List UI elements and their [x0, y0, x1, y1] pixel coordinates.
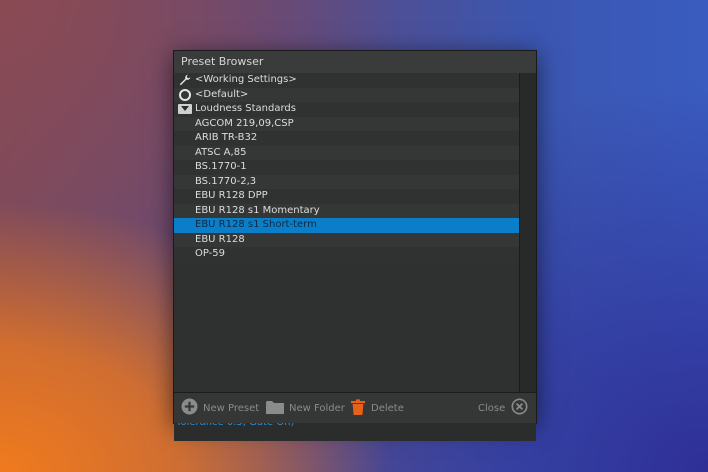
- close-button[interactable]: Close: [478, 393, 528, 423]
- preset-item-op-59[interactable]: OP-59: [174, 247, 519, 262]
- preset-item-label: BS.1770-2,3: [195, 175, 257, 187]
- preset-item-ebu-r128-short-term[interactable]: EBU R128 s1 Short-term: [174, 218, 519, 233]
- preset-item-label: EBU R128 s1 Momentary: [195, 204, 320, 216]
- tree-folder-loudness-standards[interactable]: Loudness Standards: [174, 102, 519, 117]
- preset-item-ebu-r128[interactable]: EBU R128: [174, 232, 519, 247]
- tree-item-label: <Default>: [195, 88, 249, 100]
- folder-icon: [266, 400, 284, 417]
- preset-item-label: EBU R128 DPP: [195, 190, 268, 201]
- wrench-icon: [178, 74, 191, 86]
- preset-item-atsc[interactable]: ATSC A,85: [174, 145, 519, 160]
- tree-item-label: <Working Settings>: [195, 74, 297, 85]
- preset-browser-window: Preset Browser <Working Settings> <Defau…: [173, 50, 537, 441]
- delete-button[interactable]: Delete: [350, 393, 404, 423]
- preset-item-label: OP-59: [195, 248, 226, 259]
- new-folder-button[interactable]: New Folder: [266, 393, 345, 423]
- window-title: Preset Browser: [174, 51, 536, 74]
- close-label: Close: [478, 402, 506, 414]
- circle-icon: [178, 88, 191, 101]
- preset-item-bs1770-2-3[interactable]: BS.1770-2,3: [174, 174, 519, 189]
- preset-item-label: BS.1770-1: [195, 161, 247, 172]
- list-scrollbar[interactable]: [519, 73, 536, 395]
- tree-item-default[interactable]: <Default>: [174, 87, 519, 102]
- preset-item-label: ARIB TR-B32: [195, 132, 258, 143]
- preset-item-bs1770-1[interactable]: BS.1770-1: [174, 160, 519, 175]
- folder-expand-icon[interactable]: [177, 103, 192, 115]
- preset-item-label: EBU R128: [195, 233, 245, 245]
- preset-item-label: AGCOM 219,09,CSP: [195, 117, 294, 129]
- new-preset-label: New Preset: [203, 402, 260, 414]
- preset-list[interactable]: <Working Settings> <Default> Loudness St…: [174, 73, 519, 395]
- tree-item-label: Loudness Standards: [195, 103, 296, 114]
- new-folder-label: New Folder: [289, 402, 345, 414]
- preset-item-ebu-r128-dpp[interactable]: EBU R128 DPP: [174, 189, 519, 204]
- new-preset-button[interactable]: New Preset: [181, 393, 259, 423]
- preset-item-arib[interactable]: ARIB TR-B32: [174, 131, 519, 146]
- delete-label: Delete: [371, 402, 404, 414]
- tree-item-working-settings[interactable]: <Working Settings>: [174, 73, 519, 88]
- footer-toolbar: New Preset New Folder Delete Close: [174, 392, 536, 423]
- preset-item-label: EBU R128 s1 Short-term: [195, 219, 317, 230]
- preset-item-ebu-r128-momentary[interactable]: EBU R128 s1 Momentary: [174, 203, 519, 218]
- preset-item-label: ATSC A,85: [195, 146, 247, 158]
- preset-item-agcom[interactable]: AGCOM 219,09,CSP: [174, 116, 519, 131]
- plus-circle-icon: [181, 398, 198, 418]
- close-circle-icon: [511, 398, 528, 418]
- trash-icon: [350, 398, 366, 418]
